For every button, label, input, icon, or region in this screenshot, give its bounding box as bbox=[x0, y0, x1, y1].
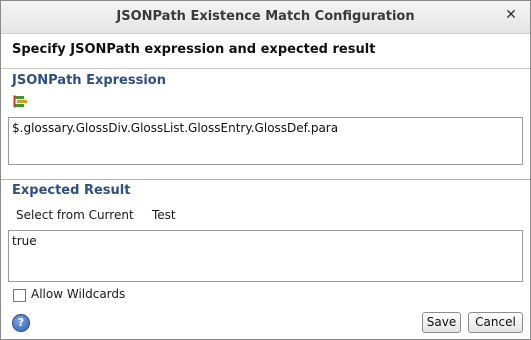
close-icon[interactable]: ✕ bbox=[502, 6, 520, 24]
section-divider bbox=[1, 179, 530, 180]
allow-wildcards-label: Allow Wildcards bbox=[31, 287, 126, 301]
select-from-current-button[interactable]: Select from Current bbox=[16, 208, 134, 222]
dialog-window: JSONPath Existence Match Configuration ✕… bbox=[0, 0, 531, 340]
title-bar[interactable]: JSONPath Existence Match Configuration ✕ bbox=[1, 1, 530, 34]
test-button[interactable]: Test bbox=[152, 208, 176, 222]
allow-wildcards-checkbox[interactable] bbox=[13, 289, 26, 302]
expression-section-label: JSONPath Expression bbox=[12, 73, 166, 88]
jsonpath-picker-icon[interactable] bbox=[13, 95, 29, 109]
dialog-header: Specify JSONPath expression and expected… bbox=[1, 34, 530, 69]
jsonpath-expression-input[interactable]: $.glossary.GlossDiv.GlossList.GlossEntry… bbox=[8, 117, 523, 165]
save-button[interactable]: Save bbox=[422, 312, 461, 333]
cancel-button[interactable]: Cancel bbox=[468, 312, 523, 333]
header-heading: Specify JSONPath expression and expected… bbox=[12, 42, 376, 57]
expected-result-input[interactable]: true bbox=[8, 230, 523, 282]
result-section-label: Expected Result bbox=[12, 183, 131, 198]
help-icon[interactable]: ? bbox=[12, 314, 30, 332]
dialog-title: JSONPath Existence Match Configuration bbox=[116, 9, 415, 24]
